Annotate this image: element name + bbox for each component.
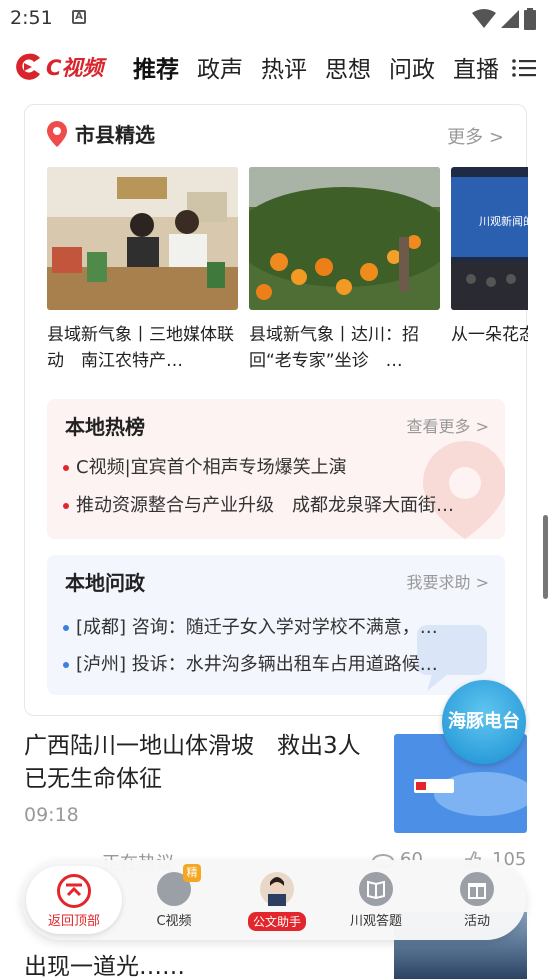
county-item[interactable]: 县域新气象丨达川：招回“老专家”坐诊 … xyxy=(249,167,440,374)
back-to-top-label: 返回顶部 xyxy=(47,914,100,929)
county-more-link[interactable]: 更多 > xyxy=(447,123,504,149)
c-video-label: C视频 xyxy=(156,914,192,929)
tab-recommend[interactable]: 推荐 xyxy=(133,50,179,84)
hot-list-item-text: 推动资源整合与产业升级 成都龙泉驿大面街… xyxy=(76,495,454,516)
status-right xyxy=(472,8,536,30)
featured-badge: 精 xyxy=(183,864,201,882)
tab-politics[interactable]: 政声 xyxy=(197,50,243,84)
county-item-caption: 县域新气象丨三地媒体联动 南江农特产… xyxy=(47,325,234,371)
local-ask-title: 本地问政 xyxy=(65,571,145,595)
county-item-image xyxy=(47,167,238,310)
signal-icon xyxy=(501,10,519,28)
county-item-caption: 从一朵花态，“川 xyxy=(451,325,528,345)
dolphin-radio-button[interactable]: 海豚电台 xyxy=(442,680,526,764)
hot-list-item-text: C视频|宜宾首个相声专场爆笑上演 xyxy=(76,457,347,478)
local-ask-item[interactable]: [成都] 咨询：随迁子女入学对学校不满意，… xyxy=(63,613,493,639)
location-pin-icon xyxy=(47,120,67,147)
local-ask-box: 本地问政 我要求助 > [成都] 咨询：随迁子女入学对学校不满意，… [泸州] … xyxy=(47,555,505,695)
c-video-logo-icon xyxy=(16,53,40,80)
bottom-toolbar: 返回顶部 精 C视频 公文助手 川观答题 活动 xyxy=(22,860,526,940)
quiz-button[interactable]: 川观答题 xyxy=(344,860,408,940)
tab-comment[interactable]: 热评 xyxy=(261,50,307,84)
scrollbar-thumb[interactable] xyxy=(543,515,548,599)
county-banner-text: 川观新闻的子花 xyxy=(479,214,528,228)
book-icon xyxy=(359,872,393,906)
back-to-top-icon xyxy=(57,874,91,908)
tab-ask[interactable]: 问政 xyxy=(389,50,435,84)
app-logo[interactable]: C视频 xyxy=(10,52,103,82)
notification-a-icon: A xyxy=(72,10,86,24)
top-navigation: C视频 推荐 政声 热评 思想 问政 直播 xyxy=(0,42,550,102)
battery-icon xyxy=(524,8,536,30)
bullet-dot xyxy=(63,662,69,668)
document-assistant-button[interactable]: 公文助手 xyxy=(242,860,312,940)
county-item-image xyxy=(249,167,440,310)
local-card: 市县精选 更多 > 县域新气象丨三地媒体联动 南江农特产… 县域新气象丨达川：招… xyxy=(24,104,528,716)
status-bar: 2:51 A xyxy=(0,0,550,36)
news-title: 广西陆川一地山体滑坡 救出3人已无生命体征 xyxy=(24,733,361,792)
county-item[interactable]: 川观新闻的子花 从一朵花态，“川 xyxy=(451,167,528,374)
channel-tabs: 推荐 政声 热评 思想 问政 直播 xyxy=(133,50,505,84)
hot-list-title: 本地热榜 xyxy=(65,415,145,439)
county-section-header: 市县精选 xyxy=(47,119,155,148)
back-to-top-button[interactable]: 返回顶部 xyxy=(26,866,122,934)
tab-live[interactable]: 直播 xyxy=(453,50,499,84)
hot-list-item[interactable]: 推动资源整合与产业升级 成都龙泉驿大面街… xyxy=(63,491,493,517)
quiz-label: 川观答题 xyxy=(349,914,402,929)
local-ask-item-text: [泸州] 投诉：水井沟多辆出租车占用道路候… xyxy=(76,654,438,675)
activity-button[interactable]: 活动 xyxy=(450,860,504,940)
menu-icon[interactable] xyxy=(512,58,536,78)
bullet-dot xyxy=(63,625,69,631)
hot-list-item[interactable]: C视频|宜宾首个相声专场爆笑上演 xyxy=(63,453,493,479)
county-item-caption: 县域新气象丨达川：招回“老专家”坐诊 … xyxy=(249,325,419,371)
county-item[interactable]: 县域新气象丨三地媒体联动 南江农特产… xyxy=(47,167,238,374)
c-video-button[interactable]: 精 C视频 xyxy=(144,860,204,940)
news-title[interactable]: 出现一道光…… xyxy=(24,947,185,979)
tab-thought[interactable]: 思想 xyxy=(325,50,371,84)
status-time: 2:51 xyxy=(10,7,53,29)
local-hot-list: 本地热榜 查看更多 > C视频|宜宾首个相声专场爆笑上演 推动资源整合与产业升级… xyxy=(47,399,505,539)
local-ask-item[interactable]: [泸州] 投诉：水井沟多辆出租车占用道路候… xyxy=(63,650,493,676)
document-assistant-label: 公文助手 xyxy=(247,912,306,931)
county-thumbs: 县域新气象丨三地媒体联动 南江农特产… 县域新气象丨达川：招回“老专家”坐诊 … xyxy=(47,167,528,377)
county-section-title: 市县精选 xyxy=(75,123,155,147)
local-ask-help-link[interactable]: 我要求助 > xyxy=(407,569,490,593)
c-video-icon: 精 xyxy=(157,864,201,906)
logo-text: C视频 xyxy=(46,56,104,80)
activity-label: 活动 xyxy=(463,914,490,929)
county-item-image: 川观新闻的子花 xyxy=(451,167,528,310)
wifi-icon xyxy=(472,9,496,28)
gift-icon xyxy=(460,872,494,906)
hot-list-more-link[interactable]: 查看更多 > xyxy=(407,413,490,437)
bullet-dot xyxy=(63,465,69,471)
bullet-dot xyxy=(63,503,69,509)
assistant-avatar-icon xyxy=(260,872,294,906)
local-ask-item-text: [成都] 咨询：随迁子女入学对学校不满意，… xyxy=(76,617,438,638)
